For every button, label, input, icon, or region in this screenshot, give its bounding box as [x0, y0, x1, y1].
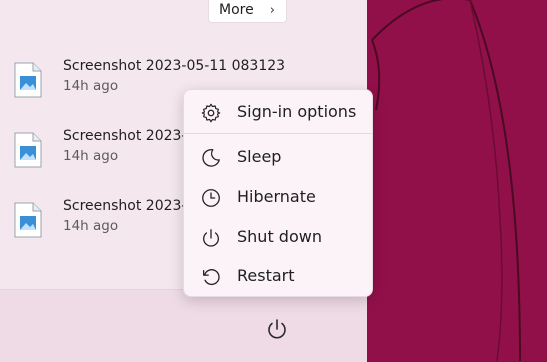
recent-file-time: 14h ago [63, 148, 119, 164]
menu-item-sign-in-options[interactable]: Sign-in options [184, 95, 372, 131]
image-file-icon [14, 132, 42, 168]
menu-item-restart[interactable]: Restart [184, 259, 372, 295]
menu-divider [184, 133, 372, 134]
menu-item-sleep[interactable]: Sleep [184, 140, 372, 176]
restart-icon [203, 269, 220, 286]
more-button[interactable]: More › [208, 0, 287, 23]
menu-item-label: Restart [237, 266, 295, 285]
menu-item-hibernate[interactable]: Hibernate [184, 180, 372, 216]
power-icon [203, 229, 219, 247]
menu-item-shut-down[interactable]: Shut down [184, 220, 372, 256]
recent-file-time: 14h ago [63, 218, 119, 234]
menu-item-label: Sleep [237, 147, 282, 166]
chevron-right-icon: › [269, 3, 275, 18]
more-label: More [219, 2, 254, 18]
power-menu: Sign-in options Sleep Hibernate Shut dow… [183, 89, 373, 297]
image-file-icon [14, 62, 42, 98]
recent-file-name: Screenshot 2023-0 [63, 198, 196, 214]
power-button[interactable] [265, 317, 289, 341]
start-footer [0, 289, 367, 362]
recent-file-name: Screenshot 2023-0 [63, 128, 196, 144]
menu-item-label: Shut down [237, 227, 322, 246]
menu-item-label: Hibernate [237, 187, 316, 206]
clock-icon [202, 189, 220, 207]
menu-item-label: Sign-in options [237, 102, 357, 121]
recent-file-name: Screenshot 2023-05-11 083123 [63, 58, 286, 74]
image-file-icon [14, 202, 42, 238]
recent-file-time: 14h ago [63, 78, 119, 94]
moon-icon [202, 148, 220, 167]
gear-icon [201, 103, 221, 123]
